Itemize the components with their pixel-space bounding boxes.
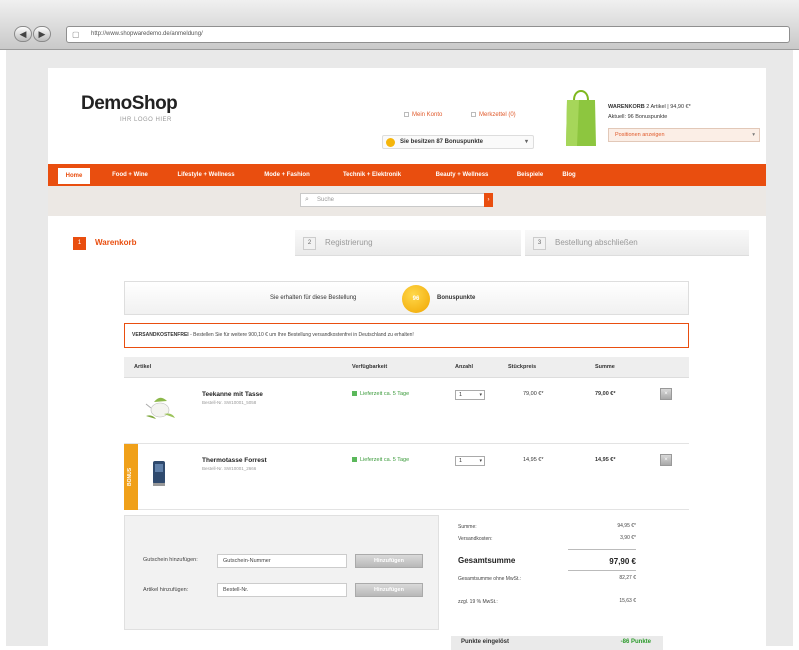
voucher-input[interactable]: Gutschein-Nummer — [217, 554, 347, 568]
divider — [568, 570, 636, 571]
bonus-coin-icon: 96 — [402, 285, 430, 313]
tax-value: 15,63 € — [619, 598, 636, 604]
coin-icon — [386, 138, 395, 147]
nav-item-home[interactable]: Home — [58, 168, 90, 184]
address-bar[interactable]: ▢ http://www.shopwaredemo.de/anmeldung/ — [66, 26, 790, 43]
availability: Lieferzeit ca. 5 Tage — [352, 391, 409, 397]
account-icon — [404, 112, 409, 117]
search-strip: ⌕ Suche › — [48, 186, 766, 216]
nav-item-fashion[interactable]: Mode + Fashion — [252, 164, 322, 186]
product-name[interactable]: Thermotasse Forrest — [202, 457, 267, 464]
nav-item-blog[interactable]: Blog — [554, 164, 584, 186]
browser-toolbar: ◀ ▶ ▢ http://www.shopwaredemo.de/anmeldu… — [0, 0, 799, 50]
wishlist-icon — [471, 112, 476, 117]
shipping-value: 3,90 €* — [620, 535, 636, 541]
viewport: DemoShop IHR LOGO HIER Mein Konto Merkze… — [6, 50, 793, 650]
main-navigation: Home Food + Wine Lifestyle + Wellness Mo… — [48, 164, 766, 186]
availability-icon — [352, 391, 357, 396]
search-icon: ⌕ — [305, 196, 309, 203]
quantity-select[interactable]: 1 ▾ — [455, 390, 485, 400]
shop-page: DemoShop IHR LOGO HIER Mein Konto Merkze… — [48, 68, 766, 650]
step-finish[interactable]: 3 Bestellung abschließen — [525, 230, 749, 256]
search-button[interactable]: › — [484, 193, 493, 207]
shipping-label: Versandkosten: — [458, 536, 493, 542]
cart-summary-title[interactable]: WARENKORB 2 Artikel | 94,90 €* — [608, 104, 691, 110]
voucher-label: Gutschein hinzufügen: — [143, 557, 198, 563]
sum-value: 94,95 €* — [617, 523, 636, 529]
account-link[interactable]: Mein Konto — [404, 112, 442, 118]
page-icon: ▢ — [72, 30, 80, 39]
wishlist-link[interactable]: Merkzettel (0) — [471, 112, 516, 118]
chevron-down-icon: ▾ — [479, 392, 482, 398]
forward-arrow-icon[interactable]: ▶ — [33, 26, 51, 42]
step-registration[interactable]: 2 Registrierung — [295, 230, 521, 256]
nav-item-beispiele[interactable]: Beispiele — [508, 164, 552, 186]
article-label: Artikel hinzufügen: — [143, 587, 189, 593]
shipping-notice: VERSANDKOSTENFREI - Bestellen Sie für we… — [124, 323, 689, 348]
row-sum: 79,00 €* — [595, 391, 616, 397]
coupon-panel: Gutschein hinzufügen: Gutschein-Nummer H… — [124, 515, 439, 630]
logo-subtitle: IHR LOGO HIER — [120, 117, 172, 123]
unit-price: 79,00 €* — [523, 391, 544, 397]
delete-icon[interactable]: × — [660, 454, 672, 466]
nav-item-technik[interactable]: Technik + Elektronik — [328, 164, 416, 186]
net-total-label: Gesamtsumme ohne MwSt.: — [458, 576, 522, 582]
cart-table: Artikel Verfügbarkeit Anzahl Stückpreis … — [124, 357, 689, 513]
product-name[interactable]: Teekanne mit Tasse — [202, 391, 263, 398]
add-voucher-button[interactable]: Hinzufügen — [355, 554, 423, 568]
sum-label: Summe: — [458, 524, 477, 530]
nav-item-beauty[interactable]: Beauty + Wellness — [420, 164, 504, 186]
cart-positions-select[interactable]: Positionen anzeigen ▾ — [608, 128, 760, 142]
thermos-cup-image[interactable] — [142, 458, 178, 488]
table-row: BONUS Thermotasse Forrest Bestell-Nr. SW… — [124, 444, 689, 510]
net-total-value: 82,27 € — [619, 575, 636, 581]
row-sum: 14,95 €* — [595, 457, 616, 463]
availability-icon — [352, 457, 357, 462]
nav-item-food-wine[interactable]: Food + Wine — [100, 164, 160, 186]
table-row: Teekanne mit Tasse Bestell-Nr. SW10001_5… — [124, 378, 689, 444]
chevron-down-icon: ▾ — [524, 139, 528, 145]
tax-label: zzgl. 19 % MwSt.: — [458, 599, 498, 605]
chevron-down-icon: ▾ — [479, 458, 482, 464]
points-redeemed-row: Punkte eingelöst -86 Punkte — [451, 636, 663, 650]
back-arrow-icon[interactable]: ◀ — [14, 26, 32, 42]
url-text: http://www.shopwaredemo.de/anmeldung/ — [91, 31, 203, 37]
teapot-image[interactable] — [142, 392, 178, 422]
article-input[interactable]: Bestell-Nr. — [217, 583, 347, 597]
quantity-select[interactable]: 1 ▾ — [455, 456, 485, 466]
product-number: Bestell-Nr. SW10001_2666 — [202, 466, 257, 471]
bonus-banner: Sie erhalten für diese Bestellung 96 Bon… — [124, 281, 689, 315]
delete-icon[interactable]: × — [660, 388, 672, 400]
step-cart[interactable]: 1 Warenkorb — [65, 230, 289, 256]
search-input[interactable]: ⌕ Suche — [300, 193, 485, 207]
grand-total-value: 97,90 € — [609, 557, 636, 566]
product-number: Bestell-Nr. SW10001_5058 — [202, 400, 257, 405]
divider — [568, 549, 636, 550]
browser-window: ◀ ▶ ▢ http://www.shopwaredemo.de/anmeldu… — [0, 0, 799, 650]
totals-panel: Summe: 94,95 €* Versandkosten: 3,90 €* G… — [450, 515, 658, 630]
bonus-ribbon: BONUS — [124, 444, 138, 510]
grand-total-label: Gesamtsumme — [458, 556, 516, 565]
unit-price: 14,95 €* — [523, 457, 544, 463]
cart-points: Aktuell: 96 Bonuspunkte — [608, 114, 668, 120]
availability: Lieferzeit ca. 5 Tage — [352, 457, 409, 463]
checkout-steps: 1 Warenkorb 2 Registrierung 3 Bestellung… — [65, 230, 749, 256]
chevron-down-icon: ▾ — [752, 132, 755, 138]
nav-item-lifestyle[interactable]: Lifestyle + Wellness — [164, 164, 248, 186]
shopping-bag-icon[interactable] — [565, 86, 597, 148]
table-header: Artikel Verfügbarkeit Anzahl Stückpreis … — [124, 357, 689, 378]
shop-logo[interactable]: DemoShop — [81, 93, 178, 115]
add-article-button[interactable]: Hinzufügen — [355, 583, 423, 597]
bonus-points-select[interactable]: Sie besitzen 87 Bonuspunkte ▾ — [382, 135, 534, 149]
